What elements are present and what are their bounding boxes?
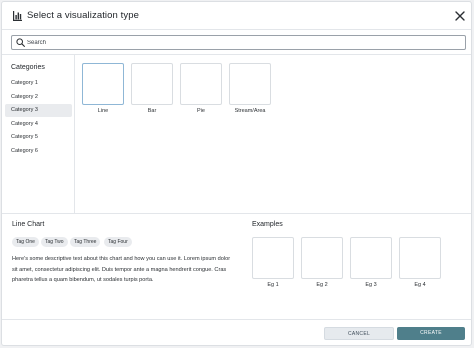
type-label: Line [97,108,109,114]
type-label: Pie [197,108,205,114]
type-card-pie[interactable]: Pie [180,63,222,114]
example-label: Eg 2 [316,282,328,288]
search-input[interactable] [27,36,457,49]
sidebar-item-category-1[interactable]: Category 1 [5,77,72,90]
bar-chart-icon [13,11,22,21]
example-card[interactable]: Eg 2 [301,237,343,288]
sidebar-item-category-2[interactable]: Category 2 [5,91,72,104]
category-sidebar: Categories Category 1 Category 2 Categor… [2,55,75,213]
visualization-dialog: Select a visualization type Categories C… [1,1,472,346]
type-browser: Categories Category 1 Category 2 Categor… [2,54,471,214]
sidebar-title: Categories [11,64,45,71]
sidebar-item-category-4[interactable]: Category 4 [5,118,72,131]
examples-title: Examples [252,221,283,228]
type-thumbnail[interactable] [131,63,173,105]
type-card-bar[interactable]: Bar [131,63,173,114]
type-thumbnail[interactable] [82,63,124,105]
type-thumbnail[interactable] [180,63,222,105]
dialog-title: Select a visualization type [27,10,140,21]
example-label: Eg 4 [414,282,426,288]
details-title: Line Chart [12,221,45,228]
details-description: Here's some descriptive text about this … [12,256,231,283]
search-icon [16,38,25,47]
search-field[interactable] [11,35,466,50]
type-label: Bar [147,108,157,114]
dialog-header: Select a visualization type [2,2,471,30]
close-icon[interactable] [453,9,467,23]
sidebar-item-category-3[interactable]: Category 3 [5,104,72,117]
example-card[interactable]: Eg 3 [350,237,392,288]
type-label: Stream/Area [234,108,266,114]
create-button[interactable]: CREATE [397,327,465,340]
type-card-stream-area[interactable]: Stream/Area [229,63,271,114]
example-card[interactable]: Eg 1 [252,237,294,288]
tag: Tag Four [104,237,132,247]
example-thumbnail[interactable] [399,237,441,279]
example-thumbnail[interactable] [252,237,294,279]
details-panel: Line Chart Tag One Tag Two Tag Three Tag… [2,214,471,319]
sidebar-item-category-5[interactable]: Category 5 [5,131,72,144]
type-card-line[interactable]: Line [82,63,124,114]
example-label: Eg 1 [267,282,279,288]
type-thumbnail[interactable] [229,63,271,105]
tag: Tag One [12,237,39,247]
example-label: Eg 3 [365,282,377,288]
tag: Tag Two [41,237,68,247]
sidebar-item-category-6[interactable]: Category 6 [5,145,72,158]
example-card[interactable]: Eg 4 [399,237,441,288]
example-thumbnail[interactable] [350,237,392,279]
dialog-footer: CANCEL CREATE [2,319,471,347]
cancel-button[interactable]: CANCEL [324,327,394,340]
example-thumbnail[interactable] [301,237,343,279]
tag: Tag Three [70,237,101,247]
